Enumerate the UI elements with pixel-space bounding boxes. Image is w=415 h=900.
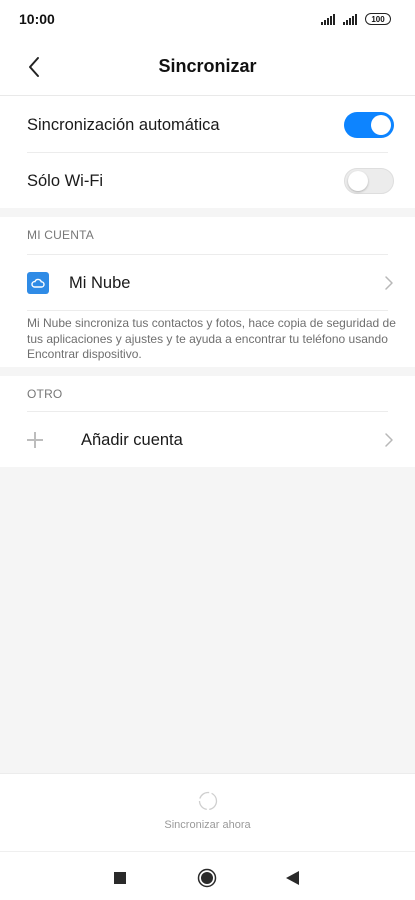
mi-nube-item[interactable]: Mi Nube — [0, 255, 415, 311]
auto-sync-row[interactable]: Sincronización automática — [0, 97, 415, 153]
recent-apps-button[interactable] — [108, 866, 132, 890]
navigation-bar — [0, 851, 415, 900]
home-circle-icon — [197, 868, 217, 888]
cloud-icon — [27, 272, 49, 294]
empty-area — [0, 467, 415, 773]
divider — [27, 310, 388, 311]
status-bar: 10:00 100 — [0, 0, 415, 38]
sync-icon — [198, 791, 217, 811]
chevron-right-icon — [385, 433, 393, 447]
square-icon — [114, 872, 126, 884]
mi-nube-description: Mi Nube sincroniza tus contactos y fotos… — [27, 316, 396, 361]
plus-icon — [27, 432, 43, 448]
sync-now-button[interactable]: Sincronizar ahora — [0, 773, 415, 851]
mi-nube-label: Mi Nube — [69, 273, 131, 292]
back-nav-button[interactable] — [280, 866, 304, 890]
battery-icon: 100 — [365, 13, 391, 25]
section-gap — [0, 208, 415, 217]
header: Sincronizar — [0, 38, 415, 96]
chevron-left-icon — [29, 57, 39, 77]
wifi-only-row[interactable]: Sólo Wi-Fi — [0, 153, 415, 209]
battery-level: 100 — [371, 14, 385, 24]
sync-now-label: Sincronizar ahora — [164, 819, 251, 831]
auto-sync-label: Sincronización automática — [27, 115, 220, 134]
section-header-mi-cuenta: MI CUENTA — [27, 228, 94, 242]
home-button[interactable] — [195, 866, 219, 890]
back-button[interactable] — [22, 54, 46, 80]
chevron-right-icon — [385, 276, 393, 290]
wifi-only-label: Sólo Wi-Fi — [27, 171, 104, 190]
section-gap — [0, 367, 415, 376]
wifi-only-toggle[interactable] — [344, 168, 394, 194]
status-time: 10:00 — [19, 11, 55, 27]
page-title: Sincronizar — [158, 56, 257, 76]
status-icons: 100 — [321, 13, 391, 25]
auto-sync-toggle[interactable] — [344, 112, 394, 138]
signal-icon — [343, 13, 357, 25]
add-account-item[interactable]: Añadir cuenta — [0, 412, 415, 468]
signal-icon — [321, 13, 335, 25]
triangle-back-icon — [285, 871, 299, 885]
add-account-label: Añadir cuenta — [81, 430, 183, 449]
section-header-otro: OTRO — [27, 387, 63, 401]
